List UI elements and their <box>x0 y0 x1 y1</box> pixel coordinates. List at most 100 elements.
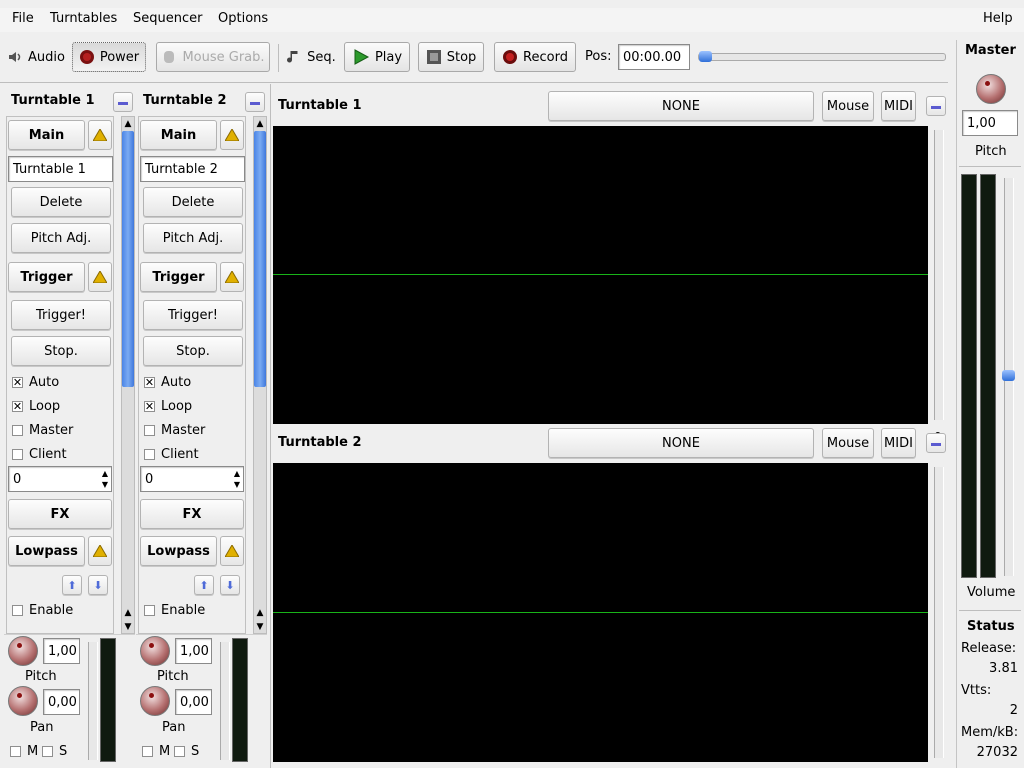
volume-slider[interactable] <box>88 642 98 760</box>
spin-field[interactable]: 0 ▲ ▼ <box>8 466 112 492</box>
checkbox-box[interactable] <box>142 746 153 757</box>
checkbox-client[interactable]: Client <box>144 447 199 462</box>
display-slider[interactable] <box>934 467 944 758</box>
trigger-button[interactable]: Trigger! <box>11 300 111 330</box>
checkbox-box[interactable] <box>144 449 155 460</box>
trigger-toggle-button[interactable] <box>220 262 244 292</box>
delete-button[interactable]: Delete <box>11 187 111 217</box>
master-pitch-field[interactable]: 1,00 <box>962 110 1018 136</box>
volume-slider[interactable] <box>220 642 230 760</box>
stop-button[interactable]: Stop <box>418 42 484 72</box>
fx-button[interactable]: FX <box>140 499 244 529</box>
pan-field[interactable]: 0,00 <box>175 689 212 715</box>
checkbox-solo[interactable]: S <box>42 744 67 759</box>
checkbox-mute[interactable]: M <box>10 744 38 759</box>
main-toggle-button[interactable] <box>88 120 112 150</box>
pan-knob[interactable] <box>140 686 170 716</box>
trigger-toggle-button[interactable] <box>88 262 112 292</box>
menu-help[interactable]: Help <box>983 11 1013 26</box>
checkbox-box[interactable] <box>174 746 185 757</box>
checkbox-loop[interactable]: ✕ Loop <box>12 399 60 414</box>
checkbox-client[interactable]: Client <box>12 447 67 462</box>
scrollbar-thumb[interactable] <box>122 131 134 387</box>
mouse-button[interactable]: Mouse <box>822 91 874 121</box>
master-volume-slider[interactable] <box>1002 178 1015 576</box>
midi-button[interactable]: MIDI <box>881 428 916 458</box>
lowpass-button[interactable]: Lowpass <box>140 536 217 566</box>
midi-button[interactable]: MIDI <box>881 91 916 121</box>
checkbox-enable[interactable]: Enable <box>12 603 73 618</box>
play-button[interactable]: Play <box>344 42 410 72</box>
move-down-icon[interactable]: ⬇ <box>88 575 108 595</box>
lowpass-toggle-button[interactable] <box>220 536 244 566</box>
menu-options[interactable]: Options <box>218 11 268 26</box>
checkbox-box[interactable] <box>42 746 53 757</box>
pitch-adj-button[interactable]: Pitch Adj. <box>143 223 243 253</box>
move-up-icon[interactable]: ⬆ <box>194 575 214 595</box>
checkbox-master[interactable]: Master <box>144 423 205 438</box>
scroll-down-icon[interactable]: ▼ <box>254 621 266 633</box>
checkbox-box[interactable]: ✕ <box>12 401 23 412</box>
delete-button[interactable]: Delete <box>143 187 243 217</box>
move-down-icon[interactable]: ⬇ <box>220 575 240 595</box>
pitch-field[interactable]: 1,00 <box>175 638 212 664</box>
fx-button[interactable]: FX <box>8 499 112 529</box>
menu-file[interactable]: File <box>12 11 34 26</box>
mouse-button[interactable]: Mouse <box>822 428 874 458</box>
panel-scrollbar[interactable]: ▲ ▲ ▼ <box>253 116 267 634</box>
spin-arrows-icon[interactable]: ▲ ▼ <box>102 468 108 490</box>
trigger-section-button[interactable]: Trigger <box>8 262 85 292</box>
lowpass-toggle-button[interactable] <box>88 536 112 566</box>
seq-button[interactable]: Seq. <box>283 42 339 72</box>
power-button[interactable]: Power <box>72 42 146 72</box>
checkbox-box[interactable] <box>144 425 155 436</box>
name-field[interactable]: Turntable 2 <box>140 156 245 182</box>
checkbox-box[interactable] <box>12 425 23 436</box>
master-pitch-knob[interactable] <box>976 74 1006 104</box>
main-button[interactable]: Main <box>8 120 85 150</box>
spin-arrows-icon[interactable]: ▲ ▼ <box>234 468 240 490</box>
position-slider-thumb[interactable] <box>699 51 712 62</box>
checkbox-box[interactable] <box>10 746 21 757</box>
scroll-up-icon[interactable]: ▲ <box>254 118 266 130</box>
stop-trigger-button[interactable]: Stop. <box>11 336 111 366</box>
scroll-up-icon[interactable]: ▲ <box>122 118 134 130</box>
trigger-button[interactable]: Trigger! <box>143 300 243 330</box>
checkbox-auto[interactable]: ✕ Auto <box>12 375 59 390</box>
pan-field[interactable]: 0,00 <box>43 689 80 715</box>
checkbox-auto[interactable]: ✕ Auto <box>144 375 191 390</box>
source-button[interactable]: NONE <box>548 428 814 458</box>
move-up-icon[interactable]: ⬆ <box>62 575 82 595</box>
pan-knob[interactable] <box>8 686 38 716</box>
spin-field[interactable]: 0 ▲ ▼ <box>140 466 244 492</box>
pitch-field[interactable]: 1,00 <box>43 638 80 664</box>
main-button[interactable]: Main <box>140 120 217 150</box>
lowpass-button[interactable]: Lowpass <box>8 536 85 566</box>
scroll-up-icon[interactable]: ▲ <box>254 607 266 619</box>
checkbox-enable[interactable]: Enable <box>144 603 205 618</box>
pitch-adj-button[interactable]: Pitch Adj. <box>11 223 111 253</box>
pitch-knob[interactable] <box>140 636 170 666</box>
panel-scrollbar[interactable]: ▲ ▲ ▼ <box>121 116 135 634</box>
checkbox-master[interactable]: Master <box>12 423 73 438</box>
menu-turntables[interactable]: Turntables <box>50 11 117 26</box>
audio-button[interactable]: Audio <box>4 42 68 72</box>
menu-sequencer[interactable]: Sequencer <box>133 11 202 26</box>
checkbox-box[interactable]: ✕ <box>12 377 23 388</box>
main-toggle-button[interactable] <box>220 120 244 150</box>
scrollbar-thumb[interactable] <box>254 131 266 387</box>
trigger-section-button[interactable]: Trigger <box>140 262 217 292</box>
scroll-up-icon[interactable]: ▲ <box>122 607 134 619</box>
display-collapse-button[interactable] <box>926 96 946 116</box>
collapse-button[interactable] <box>245 92 265 112</box>
scroll-down-icon[interactable]: ▼ <box>122 621 134 633</box>
checkbox-box[interactable] <box>12 449 23 460</box>
checkbox-box[interactable] <box>12 605 23 616</box>
checkbox-box[interactable]: ✕ <box>144 377 155 388</box>
name-field[interactable]: Turntable 1 <box>8 156 113 182</box>
display-slider[interactable] <box>934 130 944 420</box>
checkbox-loop[interactable]: ✕ Loop <box>144 399 192 414</box>
checkbox-solo[interactable]: S <box>174 744 199 759</box>
pitch-knob[interactable] <box>8 636 38 666</box>
checkbox-box[interactable]: ✕ <box>144 401 155 412</box>
